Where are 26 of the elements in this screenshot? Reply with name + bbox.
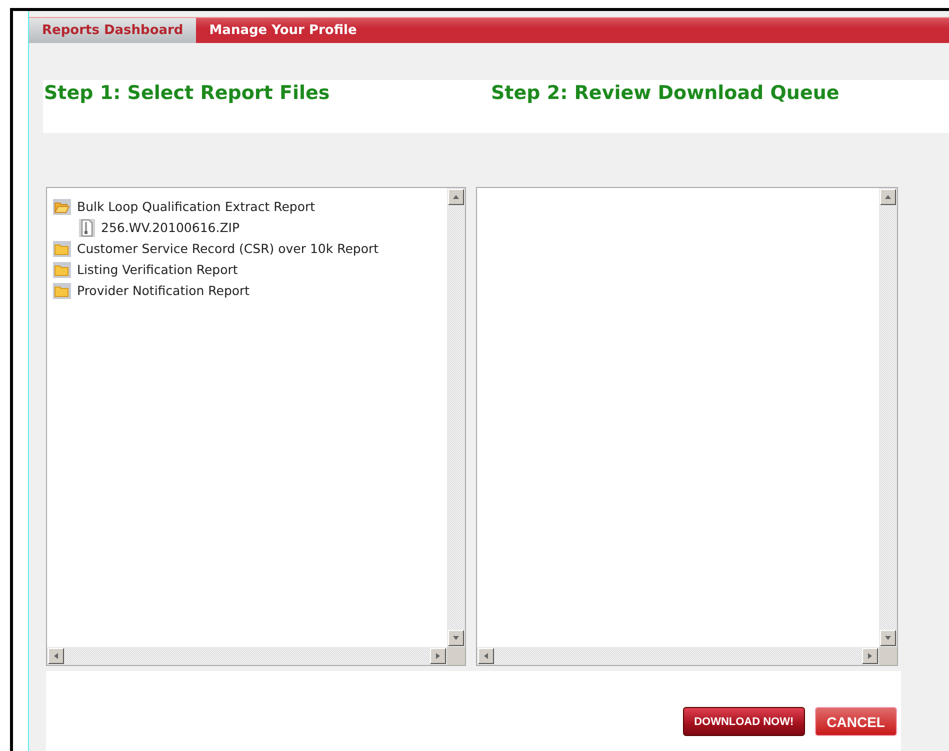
step-heading: Step 1: Select Report Files xyxy=(44,81,331,106)
scroll-right-icon[interactable] xyxy=(430,648,446,664)
scrollbar-corner xyxy=(447,647,465,665)
folder-item[interactable]: Provider Notification Report xyxy=(77,283,250,298)
scroll-right-icon[interactable] xyxy=(862,648,878,664)
step-heading: Step 2: Review Download Queue xyxy=(491,81,840,106)
scroll-down-icon[interactable] xyxy=(448,630,464,646)
scroll-down-icon[interactable] xyxy=(880,630,896,646)
scroll-left-icon[interactable] xyxy=(478,648,494,664)
folder-item[interactable]: Customer Service Record (CSR) over 10k Report xyxy=(77,241,379,256)
download-button[interactable]: DOWNLOAD NOW! xyxy=(683,707,805,736)
nav-tab[interactable]: Reports Dashboard xyxy=(29,18,196,43)
file-item[interactable]: 256.WV.20100616.ZIP xyxy=(101,220,240,235)
scroll-up-icon[interactable] xyxy=(880,189,896,205)
horizontal-scrollbar[interactable] xyxy=(47,647,447,665)
vertical-scrollbar[interactable] xyxy=(447,188,465,647)
scroll-left-icon[interactable] xyxy=(48,648,64,664)
nav-tab[interactable]: Manage Your Profile xyxy=(196,18,370,43)
zip-file-icon xyxy=(79,218,95,236)
scrollbar-corner xyxy=(879,647,897,665)
folder-item[interactable]: Listing Verification Report xyxy=(77,262,238,277)
cancel-button[interactable]: CANCEL xyxy=(814,707,897,736)
vertical-scrollbar[interactable] xyxy=(879,188,897,647)
folder-item[interactable]: Bulk Loop Qualification Extract Report xyxy=(77,199,316,214)
scroll-up-icon[interactable] xyxy=(448,189,464,205)
horizontal-scrollbar[interactable] xyxy=(477,647,879,665)
